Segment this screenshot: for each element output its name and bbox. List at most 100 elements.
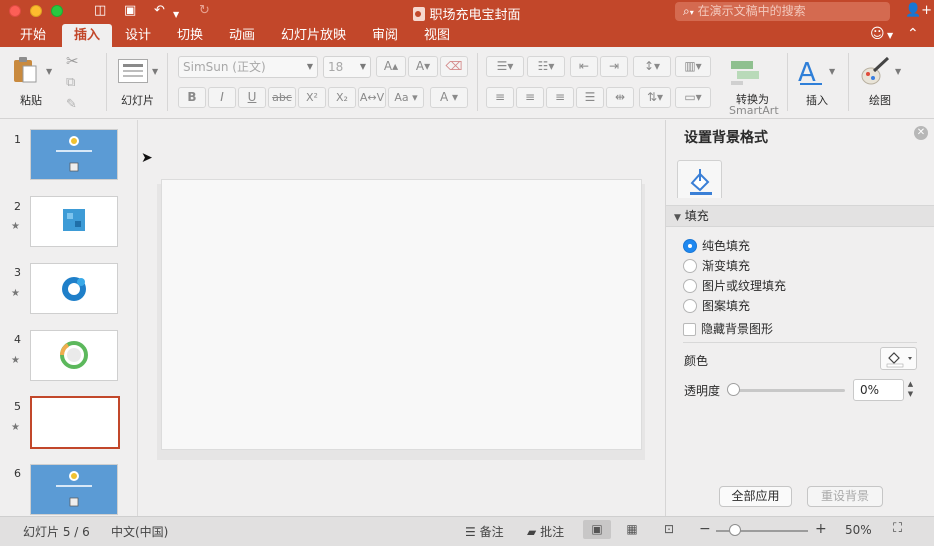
checkbox-icon	[683, 323, 696, 336]
format-painter-icon[interactable]: ✎	[66, 97, 77, 112]
tab-view[interactable]: 视图	[424, 27, 450, 45]
notes-toggle[interactable]: ☰ 备注	[465, 523, 504, 540]
change-case-button[interactable]: Aa ▾	[388, 87, 424, 108]
stepper-up-icon[interactable]: ▲	[904, 379, 917, 389]
add-person-icon[interactable]: 👤+	[905, 3, 932, 18]
character-spacing-button[interactable]: A↔V	[358, 87, 386, 108]
bold-button[interactable]: B	[178, 87, 206, 108]
zoom-slider-knob[interactable]	[729, 524, 741, 536]
slide-thumbnail-6[interactable]	[30, 464, 118, 515]
fit-to-window-icon[interactable]: ⛶	[893, 521, 902, 536]
transparency-input[interactable]: 0%	[853, 379, 904, 401]
ribbon: ▼ 粘贴 ✂ ⧉ ✎ ▼ 幻灯片 SimSun (正文) ▼ 18 ▼ A▴ A…	[0, 47, 934, 119]
slide-thumbnail-2[interactable]	[30, 196, 118, 247]
text-direction-button[interactable]: ⇅▾	[639, 87, 671, 108]
justify-button[interactable]: ☰	[576, 87, 604, 108]
new-slide-dropdown-icon[interactable]: ▼	[152, 67, 158, 76]
insert-dropdown-icon[interactable]: ▼	[829, 67, 835, 76]
language-indicator[interactable]: 中文(中国)	[111, 523, 168, 540]
slide-1-preview	[56, 136, 92, 172]
increase-indent-button[interactable]: ⇥	[600, 56, 628, 77]
slide-thumbnail-1[interactable]	[30, 129, 118, 180]
cut-icon[interactable]: ✂	[66, 52, 79, 70]
smiley-feedback-icon[interactable]: ☺	[870, 26, 885, 42]
slide-thumbnail-3[interactable]	[30, 263, 118, 314]
transparency-slider-knob[interactable]	[727, 383, 740, 396]
notes-icon: ☰	[465, 525, 476, 539]
pattern-fill-option[interactable]: 图案填充	[683, 298, 750, 314]
clear-formatting-button[interactable]: ⌫	[440, 56, 468, 77]
hide-bg-graphics-checkbox[interactable]: 隐藏背景图形	[683, 321, 773, 337]
slideshow-button[interactable]: ⊡	[655, 520, 683, 539]
slide-thumbnail-4[interactable]	[30, 330, 118, 381]
line-spacing-button[interactable]: ↕▾	[633, 56, 671, 77]
slide-editing-area[interactable]	[139, 120, 665, 516]
fill-section-header[interactable]: ▼ 填充	[666, 205, 934, 227]
reset-background-button[interactable]: 重设背景	[807, 486, 883, 507]
decrease-indent-button[interactable]: ⇤	[570, 56, 598, 77]
clipboard-icon	[14, 57, 37, 83]
transparency-slider-track[interactable]	[732, 389, 845, 392]
underline-button[interactable]: U	[238, 87, 266, 108]
zoom-out-button[interactable]: −	[699, 521, 711, 537]
gradient-fill-option[interactable]: 渐变填充	[683, 258, 750, 274]
tab-design[interactable]: 设计	[125, 27, 151, 45]
superscript-button[interactable]: X²	[298, 87, 326, 108]
collapse-ribbon-icon[interactable]: ⌃	[907, 26, 919, 42]
solid-fill-option[interactable]: 纯色填充	[683, 238, 750, 254]
numbering-button[interactable]: ☷▾	[527, 56, 565, 77]
align-center-button[interactable]: ≡	[516, 87, 544, 108]
copy-icon[interactable]: ⧉	[66, 75, 75, 90]
close-pane-button[interactable]: ✕	[914, 126, 928, 140]
slide-6-preview	[56, 471, 92, 507]
apply-all-button[interactable]: 全部应用	[719, 486, 792, 507]
feedback-dropdown-icon[interactable]: ▼	[887, 31, 893, 40]
distributed-button[interactable]: ⇹	[606, 87, 634, 108]
font-color-button[interactable]: A ▾	[430, 87, 468, 108]
color-picker-button[interactable]	[880, 347, 917, 370]
smartart-icon	[731, 61, 759, 85]
paste-button[interactable]	[12, 55, 40, 85]
paste-dropdown-icon[interactable]: ▼	[46, 67, 52, 76]
align-text-icon: ▭▾	[684, 90, 702, 104]
tab-review[interactable]: 审阅	[372, 27, 398, 45]
align-right-button[interactable]: ≡	[546, 87, 574, 108]
draw-button[interactable]	[860, 56, 892, 86]
new-slide-button[interactable]	[118, 59, 148, 83]
transparency-stepper[interactable]: ▲ ▼	[904, 379, 917, 401]
slide-sorter-button[interactable]: ▦	[618, 520, 646, 539]
font-size-select[interactable]: 18 ▼	[323, 56, 371, 78]
tab-home[interactable]: 开始	[20, 27, 46, 45]
comment-icon: ▰	[527, 525, 537, 539]
chevron-down-icon: ▼	[306, 62, 313, 71]
smartart-label-line2: SmartArt	[729, 104, 779, 117]
slide-thumbnail-5[interactable]	[30, 396, 120, 449]
fill-tab[interactable]	[677, 160, 722, 198]
decrease-font-button[interactable]: A▾	[408, 56, 438, 77]
columns-button[interactable]: ▥▾	[675, 56, 711, 77]
powerpoint-window: ◫ ▣ ↶ ▼ ↻ 职场充电宝封面 ⌕▾ 在演示文稿中的搜索 👤+ 开始 插入 …	[0, 0, 934, 546]
stepper-down-icon[interactable]: ▼	[904, 389, 917, 399]
zoom-in-button[interactable]: +	[815, 521, 827, 537]
draw-dropdown-icon[interactable]: ▼	[895, 67, 901, 76]
normal-view-button[interactable]: ▣	[583, 520, 611, 539]
insert-textbox-button[interactable]: A	[797, 56, 825, 88]
align-left-button[interactable]: ≡	[486, 87, 514, 108]
italic-button[interactable]: I	[208, 87, 236, 108]
zoom-level[interactable]: 50%	[845, 523, 872, 537]
font-name-select[interactable]: SimSun (正文) ▼	[178, 56, 318, 78]
align-text-button[interactable]: ▭▾	[675, 87, 711, 108]
tab-insert[interactable]: 插入	[62, 24, 113, 47]
current-slide[interactable]	[161, 179, 642, 450]
tab-slideshow[interactable]: 幻灯片放映	[281, 27, 346, 45]
bullets-button[interactable]: ☰▾	[486, 56, 524, 77]
picture-fill-option[interactable]: 图片或纹理填充	[683, 278, 786, 294]
subscript-button[interactable]: X₂	[328, 87, 356, 108]
search-field[interactable]: ⌕▾ 在演示文稿中的搜索	[675, 2, 890, 21]
tab-transitions[interactable]: 切换	[177, 27, 203, 45]
strikethrough-button[interactable]: abc	[268, 87, 296, 108]
increase-font-button[interactable]: A▴	[376, 56, 406, 77]
comments-toggle[interactable]: ▰ 批注	[527, 523, 564, 540]
convert-smartart-button[interactable]	[728, 57, 768, 87]
tab-animations[interactable]: 动画	[229, 27, 255, 45]
